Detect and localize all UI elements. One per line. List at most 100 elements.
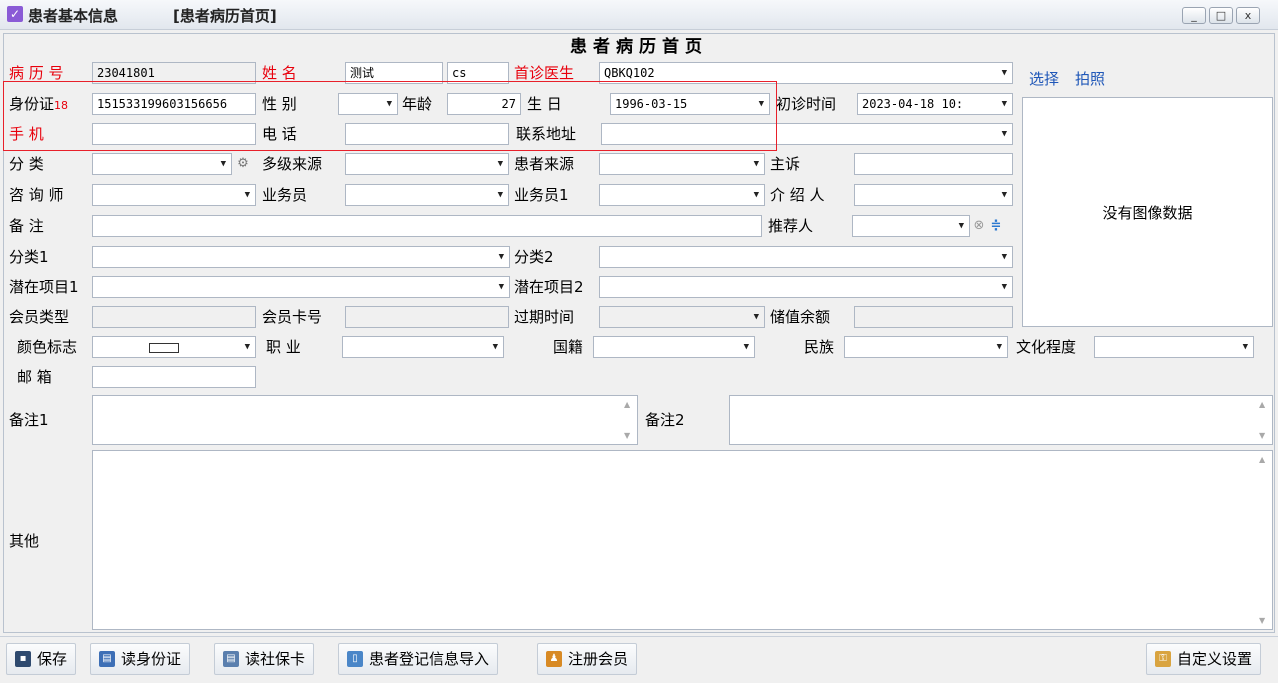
expire-time-select[interactable]: ▼ — [599, 306, 765, 328]
phone-field[interactable] — [345, 123, 509, 145]
capture-photo-link[interactable]: 拍照 — [1075, 68, 1105, 90]
education-select[interactable]: ▼ — [1094, 336, 1254, 358]
birthday-label: 生 日 — [527, 95, 562, 113]
custom-settings-button[interactable]: ⚿ 自定义设置 — [1146, 643, 1262, 675]
maximize-button[interactable]: □ — [1209, 7, 1233, 24]
gender-label: 性 别 — [262, 95, 297, 113]
complaint-field[interactable] — [854, 153, 1013, 175]
address-label: 联系地址 — [516, 125, 577, 143]
id-card-label-text: 身份证 — [9, 95, 55, 113]
adjust-icon[interactable]: ≑ — [989, 215, 1003, 237]
minimize-button[interactable]: _ — [1182, 7, 1206, 24]
note2-textarea[interactable]: ▲ ▼ — [729, 395, 1273, 445]
member-type-field[interactable] — [92, 306, 256, 328]
category1-label: 分类1 — [9, 248, 49, 266]
chevron-down-icon: ▼ — [220, 159, 226, 169]
scroll-down-icon[interactable]: ▼ — [624, 431, 630, 440]
import-label: 患者登记信息导入 — [369, 650, 490, 668]
email-field[interactable] — [92, 366, 256, 388]
close-button[interactable]: x — [1236, 7, 1260, 24]
chevron-down-icon: ▼ — [758, 99, 764, 109]
select-photo-link[interactable]: 选择 — [1029, 68, 1059, 90]
first-visit-select[interactable]: 2023-04-18 10: ▼ — [857, 93, 1013, 115]
register-member-button[interactable]: ♟ 注册会员 — [537, 643, 638, 675]
name-field[interactable]: 测试 — [345, 62, 443, 84]
referrer-select[interactable]: ▼ — [852, 215, 970, 237]
register-member-label: 注册会员 — [568, 650, 629, 668]
chevron-down-icon: ▼ — [743, 342, 749, 352]
window-title: 患者基本信息 — [28, 7, 119, 25]
consultant-select[interactable]: ▼ — [92, 184, 256, 206]
users-icon: ♟ — [546, 651, 562, 667]
balance-field[interactable] — [854, 306, 1013, 328]
category2-label: 分类2 — [514, 248, 554, 266]
scroll-down-icon[interactable]: ▼ — [1259, 616, 1265, 625]
id-card-field[interactable]: 151533199603156656 — [92, 93, 256, 115]
id-card-label: 身份证18 — [9, 93, 68, 115]
other-textarea[interactable]: ▲ ▼ — [92, 450, 1273, 630]
potential1-select[interactable]: ▼ — [92, 276, 510, 298]
window-titlebar: ✓ 患者基本信息 [患者病历首页] _ □ x — [0, 0, 1278, 30]
note2-scrollbar[interactable]: ▲ ▼ — [1256, 396, 1272, 444]
first-doctor-select[interactable]: QBKQ102 ▼ — [599, 62, 1013, 84]
occupation-select[interactable]: ▼ — [342, 336, 504, 358]
save-button[interactable]: ▪ 保存 — [6, 643, 77, 675]
salesman1-select[interactable]: ▼ — [599, 184, 765, 206]
birthday-select[interactable]: 1996-03-15 ▼ — [610, 93, 770, 115]
gear-icon[interactable]: ⚙ — [236, 153, 250, 175]
color-swatch — [149, 343, 179, 353]
custom-settings-label: 自定义设置 — [1177, 650, 1253, 668]
category1-select[interactable]: ▼ — [92, 246, 510, 268]
chevron-down-icon: ▼ — [753, 190, 759, 200]
scroll-up-icon[interactable]: ▲ — [1259, 400, 1265, 409]
potential2-label: 潜在项目2 — [514, 278, 584, 296]
patient-source-select[interactable]: ▼ — [599, 153, 765, 175]
record-no-label: 病 历 号 — [9, 64, 64, 82]
scroll-up-icon[interactable]: ▲ — [1259, 455, 1265, 464]
nationality-select[interactable]: ▼ — [593, 336, 755, 358]
read-id-card-button[interactable]: ▤ 读身份证 — [90, 643, 191, 675]
color-mark-select[interactable]: ▼ — [92, 336, 256, 358]
mobile-field[interactable] — [92, 123, 256, 145]
balance-label: 储值余额 — [770, 308, 831, 326]
chevron-down-icon: ▼ — [497, 190, 503, 200]
note1-textarea[interactable]: ▲ ▼ — [92, 395, 638, 445]
salesman-select[interactable]: ▼ — [345, 184, 509, 206]
remarks-label: 备 注 — [9, 217, 44, 235]
record-no-field[interactable]: 23041801 — [92, 62, 256, 84]
note1-scrollbar[interactable]: ▲ ▼ — [621, 396, 637, 444]
chevron-down-icon: ▼ — [498, 282, 504, 292]
id-card-icon: ▤ — [99, 651, 115, 667]
photo-panel: 没有图像数据 — [1022, 97, 1273, 327]
app-check-icon: ✓ — [7, 6, 23, 22]
note2-label: 备注2 — [645, 411, 685, 429]
remarks-field[interactable] — [92, 215, 762, 237]
chevron-down-icon: ▼ — [1242, 342, 1248, 352]
address-select[interactable]: ▼ — [601, 123, 1013, 145]
category2-select[interactable]: ▼ — [599, 246, 1013, 268]
color-mark-label: 颜色标志 — [17, 338, 78, 356]
import-registration-button[interactable]: ▯ 患者登记信息导入 — [338, 643, 499, 675]
scroll-down-icon[interactable]: ▼ — [1259, 431, 1265, 440]
mobile-label: 手 机 — [9, 125, 44, 143]
clear-icon[interactable]: ⊗ — [972, 215, 986, 237]
first-visit-value: 2023-04-18 10: — [862, 97, 964, 111]
chevron-down-icon: ▼ — [958, 221, 964, 231]
member-card-field[interactable] — [345, 306, 509, 328]
ethnicity-select[interactable]: ▼ — [844, 336, 1008, 358]
chevron-down-icon: ▼ — [1001, 129, 1007, 139]
name-pinyin-field[interactable]: cs — [447, 62, 509, 84]
bottom-toolbar: ▪ 保存 ▤ 读身份证 ▤ 读社保卡 ▯ 患者登记信息导入 ♟ 注册会员 ⚿ 自定义设置 — [0, 636, 1278, 683]
introducer-select[interactable]: ▼ — [854, 184, 1013, 206]
multi-source-select[interactable]: ▼ — [345, 153, 509, 175]
nationality-label: 国籍 — [553, 338, 584, 356]
age-field[interactable]: 27 — [447, 93, 521, 115]
expire-time-label: 过期时间 — [514, 308, 575, 326]
category-select[interactable]: ▼ — [92, 153, 232, 175]
read-social-card-button[interactable]: ▤ 读社保卡 — [214, 643, 315, 675]
potential2-select[interactable]: ▼ — [599, 276, 1013, 298]
scroll-up-icon[interactable]: ▲ — [624, 400, 630, 409]
gender-select[interactable]: ▼ — [338, 93, 398, 115]
other-scrollbar[interactable]: ▲ ▼ — [1256, 451, 1272, 629]
member-type-label: 会员类型 — [9, 308, 70, 326]
